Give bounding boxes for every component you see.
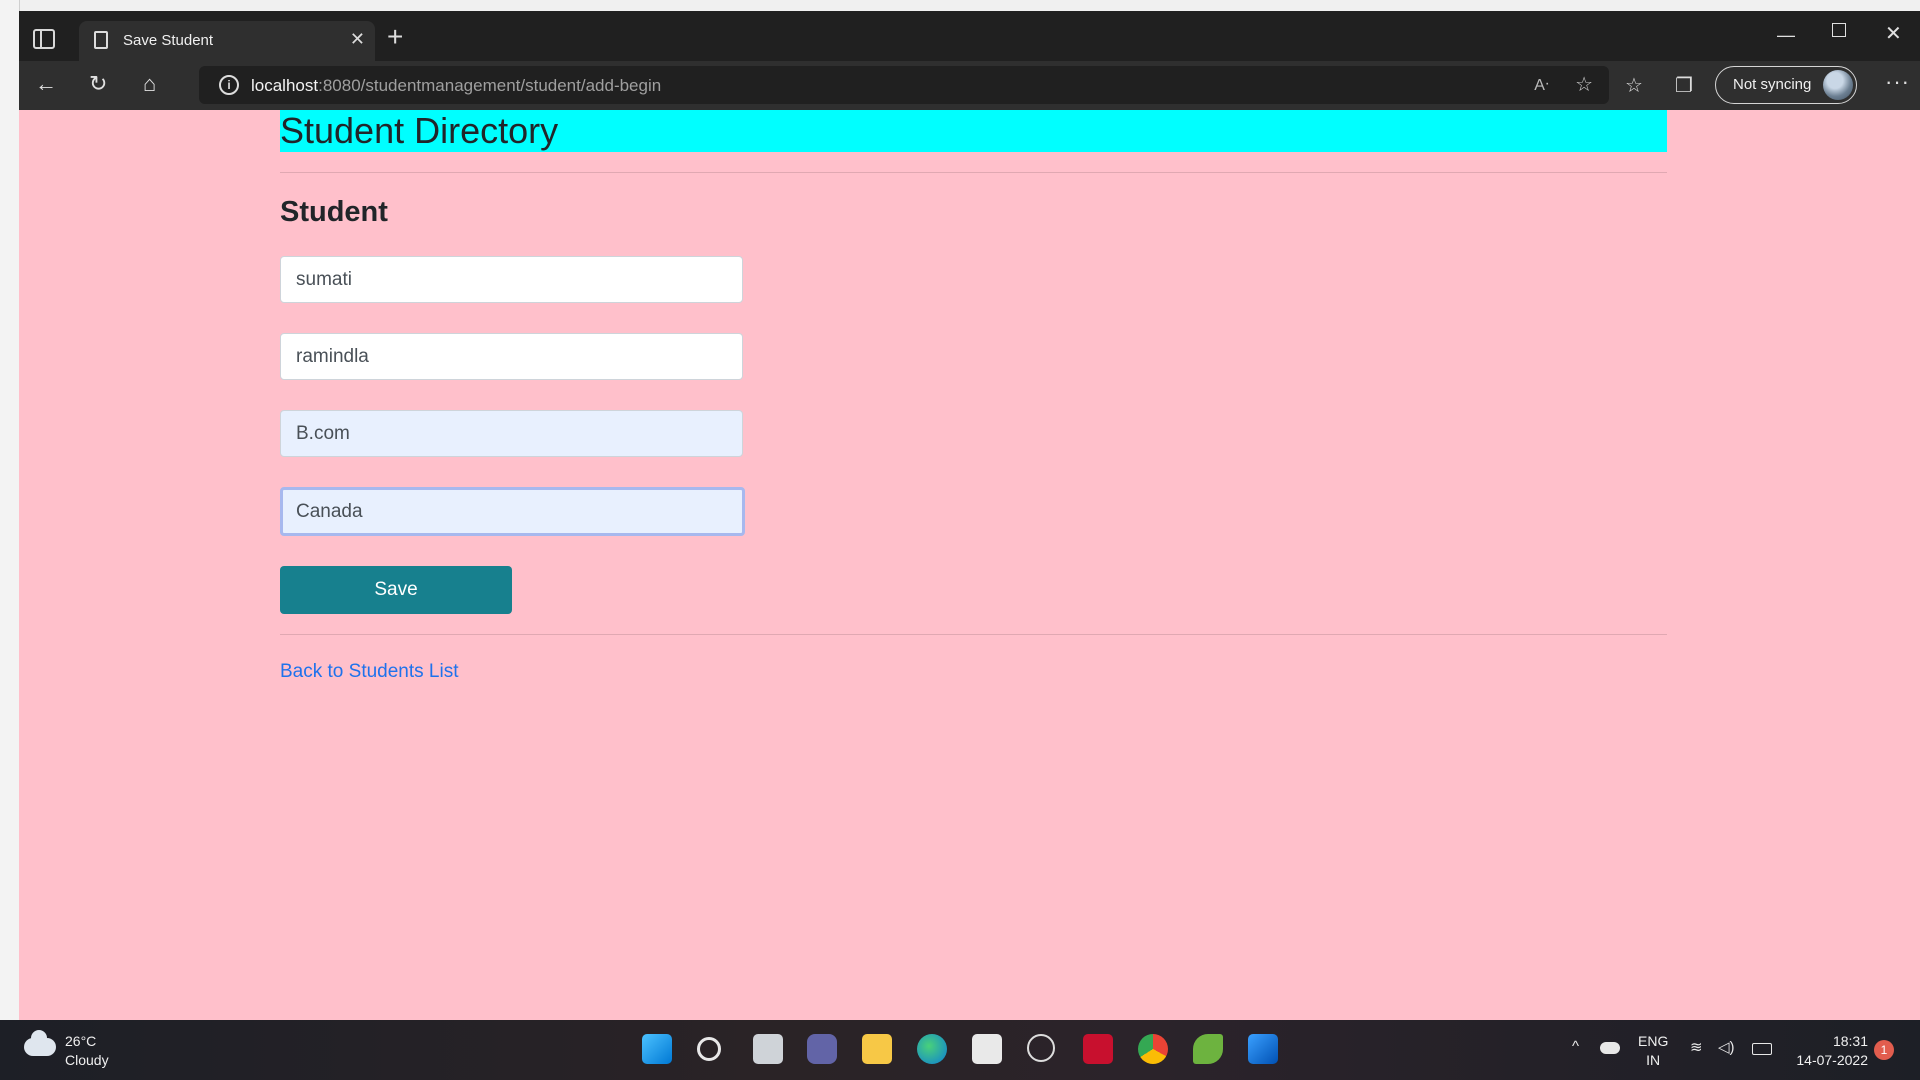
browser-window: Save Student ✕ + — ✕ ← ↻ ⌂ i localhost:8… — [19, 11, 1920, 1020]
region-code: IN — [1646, 1052, 1661, 1068]
teams-chat-icon[interactable] — [807, 1034, 837, 1064]
input-language[interactable]: ENG IN — [1638, 1032, 1668, 1070]
background-window-edge — [0, 0, 1920, 11]
divider — [280, 172, 1667, 173]
browser-toolbar: ← ↻ ⌂ i localhost:8080/studentmanagement… — [19, 61, 1920, 110]
spring-tools-icon[interactable] — [1193, 1034, 1223, 1064]
chrome-icon[interactable] — [1138, 1034, 1168, 1064]
close-window-icon[interactable]: ✕ — [1885, 21, 1902, 46]
cloud-icon[interactable] — [24, 1030, 56, 1056]
page-title: Student — [280, 196, 388, 228]
dell-icon[interactable] — [1027, 1034, 1055, 1062]
task-view-icon[interactable] — [753, 1034, 783, 1064]
date: 14-07-2022 — [1796, 1052, 1868, 1068]
battery-icon[interactable] — [1752, 1043, 1772, 1055]
volume-icon[interactable]: ◁) — [1718, 1038, 1735, 1056]
back-to-students-link[interactable]: Back to Students List — [280, 661, 459, 683]
country-field[interactable] — [280, 487, 745, 536]
mcafee-icon[interactable] — [1083, 1034, 1113, 1064]
read-aloud-icon[interactable]: Aᐧ — [1534, 75, 1549, 95]
clock[interactable]: 18:31 14-07-2022 — [1788, 1032, 1868, 1070]
notification-badge[interactable]: 1 — [1874, 1040, 1894, 1060]
tab-bar: Save Student ✕ + — ✕ — [19, 11, 1920, 61]
taskbar: 26°C Cloudy ^ ENG IN ≋ ◁) 18:31 14-07-20… — [0, 1020, 1920, 1080]
url-path: :8080/studentmanagement/student/add-begi… — [318, 76, 662, 95]
site-info-icon[interactable]: i — [219, 75, 239, 95]
minimize-icon[interactable]: — — [1777, 25, 1795, 46]
home-icon[interactable]: ⌂ — [143, 73, 156, 95]
wifi-icon[interactable]: ≋ — [1690, 1038, 1703, 1056]
time: 18:31 — [1832, 1033, 1868, 1049]
temperature: 26°C — [65, 1033, 97, 1049]
profile-label: Not syncing — [1733, 76, 1812, 93]
tab-title: Save Student — [123, 32, 214, 49]
content-container: Student Directory Student Save Back to S… — [280, 110, 1667, 683]
windows-start-icon[interactable] — [642, 1034, 672, 1064]
divider — [280, 634, 1667, 635]
favorites-icon[interactable]: ☆ — [1625, 73, 1643, 98]
edge-icon[interactable] — [917, 1034, 947, 1064]
maximize-icon[interactable] — [1832, 23, 1846, 37]
background-app-strip — [0, 0, 20, 1020]
store-icon[interactable] — [972, 1034, 1002, 1064]
save-button[interactable]: Save — [280, 566, 512, 614]
weather-condition: Cloudy — [65, 1052, 109, 1068]
tab-save-student[interactable]: Save Student ✕ — [79, 21, 375, 61]
add-favorite-icon[interactable]: ☆ — [1575, 72, 1593, 97]
course-field[interactable] — [280, 410, 743, 457]
photos-icon[interactable] — [1248, 1034, 1278, 1064]
address-bar[interactable]: i localhost:8080/studentmanagement/stude… — [199, 66, 1609, 104]
first-name-field[interactable] — [280, 256, 743, 303]
web-page: Student Directory Student Save Back to S… — [19, 110, 1920, 1020]
more-options-icon[interactable]: ··· — [1885, 69, 1910, 95]
collections-icon[interactable]: ❐ — [1675, 73, 1693, 98]
weather-widget[interactable]: 26°C Cloudy — [65, 1032, 109, 1070]
document-icon — [94, 31, 108, 49]
back-arrow-icon[interactable]: ← — [35, 73, 57, 95]
last-name-field[interactable] — [280, 333, 743, 380]
url-host: localhost — [251, 76, 319, 95]
new-tab-icon[interactable]: + — [387, 23, 403, 51]
url-text: localhost:8080/studentmanagement/student… — [251, 76, 661, 96]
search-icon[interactable] — [697, 1037, 721, 1061]
profile-button[interactable]: Not syncing — [1715, 66, 1857, 104]
file-explorer-icon[interactable] — [862, 1034, 892, 1064]
chevron-up-icon[interactable]: ^ — [1572, 1038, 1579, 1055]
close-tab-icon[interactable]: ✕ — [350, 29, 365, 50]
tab-actions-icon[interactable] — [33, 29, 55, 49]
onedrive-icon[interactable] — [1600, 1042, 1620, 1054]
avatar — [1823, 70, 1853, 100]
language-code: ENG — [1638, 1033, 1669, 1049]
page-banner: Student Directory — [280, 110, 1667, 152]
refresh-icon[interactable]: ↻ — [89, 73, 107, 95]
